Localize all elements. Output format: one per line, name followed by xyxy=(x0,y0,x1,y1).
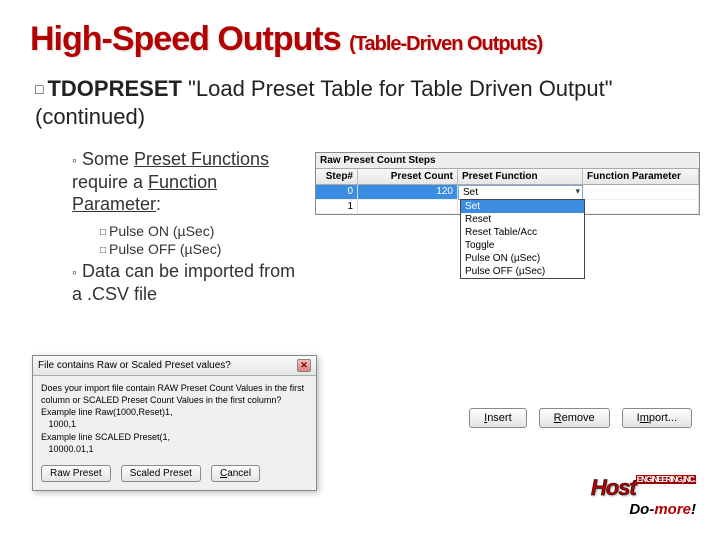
dropdown-item[interactable]: Reset xyxy=(461,213,584,226)
sub-bullet-2: ◦Data can be imported from a .CSV file xyxy=(72,260,302,305)
preset-function-select[interactable]: Set xyxy=(458,185,583,200)
preset-function-dropdown[interactable]: Set Reset Reset Table/Acc Toggle Pulse O… xyxy=(460,199,585,279)
col-step: Step# xyxy=(316,169,358,184)
table-header-row: Step# Preset Count Preset Function Funct… xyxy=(316,169,699,185)
dropdown-item[interactable]: Pulse OFF (µSec) xyxy=(461,265,584,278)
scaled-preset-button[interactable]: Scaled Preset xyxy=(121,465,201,482)
dropdown-item[interactable]: Pulse ON (µSec) xyxy=(461,252,584,265)
dialog-buttons: Raw Preset Scaled Preset Cancel xyxy=(33,459,316,490)
raw-preset-button[interactable]: Raw Preset xyxy=(41,465,111,482)
keyword-tdopreset: TDOPRESET xyxy=(47,76,181,101)
sub-bullet-1: ◦Some Preset Functions require a Functio… xyxy=(72,148,302,216)
do-more-logo: Do-more! xyxy=(591,501,696,518)
col-fn: Preset Function xyxy=(458,169,583,184)
title-main: High-Speed Outputs xyxy=(30,20,341,58)
dialog-title-text: File contains Raw or Scaled Preset value… xyxy=(38,360,231,371)
col-param: Function Parameter xyxy=(583,169,699,184)
host-engineering-logo: HostENGINEERING,INC. Do-more! xyxy=(591,475,696,518)
main-bullet: □TDOPRESET "Load Preset Table for Table … xyxy=(35,75,675,130)
subsub-bullet-1: □Pulse ON (µSec) xyxy=(100,223,214,239)
dropdown-item[interactable]: Toggle xyxy=(461,239,584,252)
title-sub: (Table-Driven Outputs) xyxy=(349,33,542,55)
subsub-bullet-2: □Pulse OFF (µSec) xyxy=(100,241,221,257)
table-title: Raw Preset Count Steps xyxy=(316,153,699,169)
close-icon[interactable]: ✕ xyxy=(297,359,311,372)
col-count: Preset Count xyxy=(358,169,458,184)
table-row[interactable]: 0 120 Set xyxy=(316,185,699,200)
remove-button[interactable]: Remove xyxy=(539,408,610,428)
dialog-body: Does your import file contain RAW Preset… xyxy=(33,376,316,459)
preset-table-panel: Raw Preset Count Steps Step# Preset Coun… xyxy=(315,152,700,215)
import-button[interactable]: Import... xyxy=(622,408,692,428)
cancel-button[interactable]: Cancel xyxy=(211,465,260,482)
dropdown-item[interactable]: Reset Table/Acc xyxy=(461,226,584,239)
slide-title: High-Speed Outputs (Table-Driven Outputs… xyxy=(30,20,542,59)
dialog-titlebar: File contains Raw or Scaled Preset value… xyxy=(33,356,316,376)
table-buttons-row: Insert Remove Import... xyxy=(469,408,692,428)
insert-button[interactable]: Insert xyxy=(469,408,527,428)
import-dialog: File contains Raw or Scaled Preset value… xyxy=(32,355,317,491)
dropdown-item[interactable]: Set xyxy=(461,200,584,213)
